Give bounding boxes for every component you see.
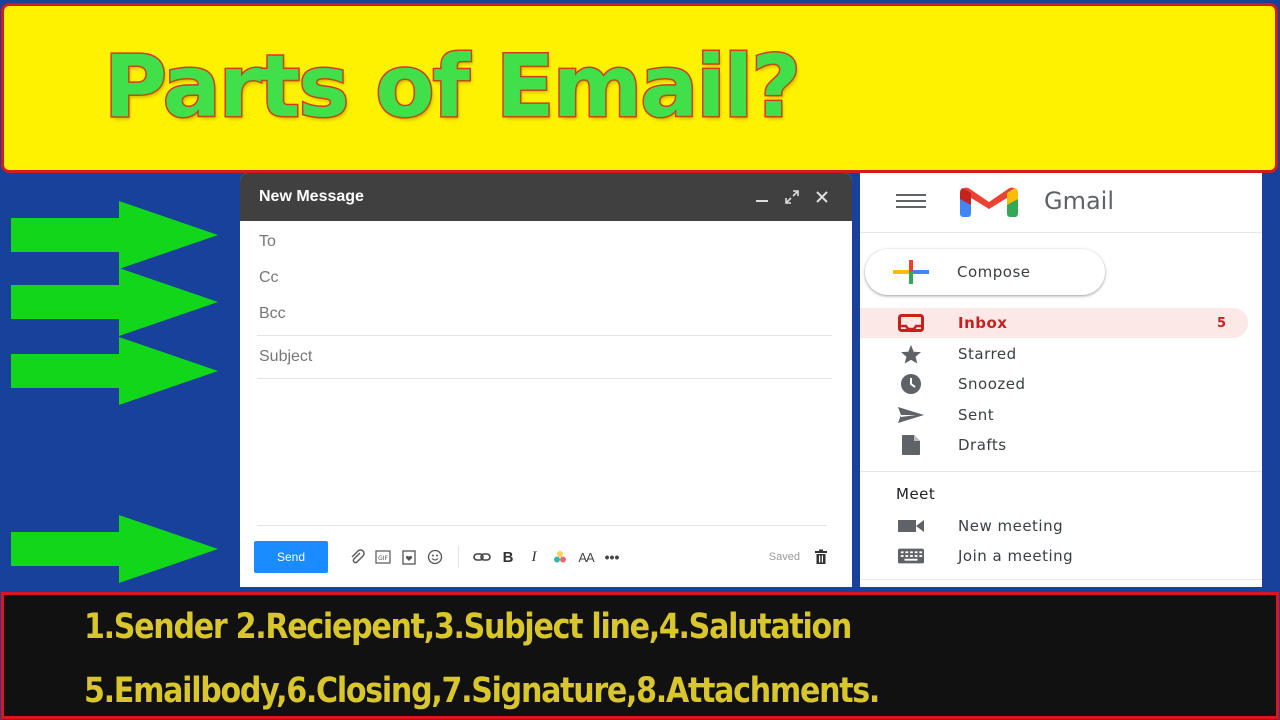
title-banner: Parts of Email? xyxy=(1,3,1278,173)
parts-list-line-2: 5.Emailbody,6.Closing,7.Signature,8.Atta… xyxy=(84,671,880,711)
nav-label: Drafts xyxy=(958,436,1007,454)
bcc-field[interactable]: Bcc xyxy=(259,305,286,323)
attach-icon[interactable] xyxy=(344,544,370,570)
nav-label: Join a meeting xyxy=(958,547,1074,565)
compose-header: New Message xyxy=(240,173,852,221)
saved-status: Saved xyxy=(768,551,800,563)
italic-icon[interactable]: I xyxy=(521,544,547,570)
divider xyxy=(257,378,832,379)
compose-window: New Message To Cc Bcc Subject Send GIF B… xyxy=(240,173,852,587)
nav-label: Snoozed xyxy=(958,375,1026,393)
sticker-icon[interactable] xyxy=(396,544,422,570)
arrow-to-field xyxy=(11,201,218,269)
meet-join-meeting[interactable]: Join a meeting xyxy=(860,541,1248,571)
parts-list-panel: 1.Sender 2.Reciepent,3.Subject line,4.Sa… xyxy=(1,592,1279,719)
close-icon[interactable] xyxy=(810,185,834,209)
compose-label: Compose xyxy=(957,263,1031,281)
star-icon xyxy=(898,344,924,364)
bold-icon[interactable]: B xyxy=(495,544,521,570)
toolbar-separator xyxy=(458,546,459,568)
gmail-sidebar: Gmail Compose Inbox 5 Starred Snoozed Se… xyxy=(860,173,1262,587)
minimize-icon[interactable] xyxy=(750,185,774,209)
banner-title: Parts of Email? xyxy=(102,37,802,137)
gmail-logo-icon xyxy=(960,187,1018,217)
cc-field[interactable]: Cc xyxy=(259,269,279,287)
text-color-icon[interactable] xyxy=(547,544,573,570)
font-size-icon[interactable]: AA xyxy=(573,544,599,570)
parts-list-line-1: 1.Sender 2.Reciepent,3.Subject line,4.Sa… xyxy=(84,607,852,647)
gmail-header: Gmail xyxy=(860,173,1262,233)
message-body[interactable] xyxy=(257,383,832,523)
divider xyxy=(860,471,1262,472)
nav-item-drafts[interactable]: Drafts xyxy=(860,430,1248,460)
nav-label: New meeting xyxy=(958,517,1064,535)
nav-label: Starred xyxy=(958,345,1017,363)
compose-title: New Message xyxy=(259,188,364,205)
inbox-unread-count: 5 xyxy=(1216,315,1226,331)
clock-icon xyxy=(898,374,924,394)
subject-field[interactable]: Subject xyxy=(259,348,312,366)
nav-item-snoozed[interactable]: Snoozed xyxy=(860,369,1248,399)
divider xyxy=(257,525,827,526)
gmail-app-name: Gmail xyxy=(1044,187,1115,215)
compose-toolbar: Send GIF B I AA ••• Saved xyxy=(254,540,834,574)
expand-icon[interactable] xyxy=(780,185,804,209)
arrow-subject-field xyxy=(11,337,218,405)
meet-new-meeting[interactable]: New meeting xyxy=(860,511,1248,541)
plus-icon xyxy=(893,260,929,284)
divider xyxy=(860,579,1262,580)
arrow-cc-field xyxy=(11,268,218,336)
emoji-icon[interactable] xyxy=(422,544,448,570)
svg-text:GIF: GIF xyxy=(378,555,388,562)
inbox-icon xyxy=(898,313,924,333)
link-icon[interactable] xyxy=(469,544,495,570)
meet-section-title: Meet xyxy=(896,485,936,503)
gif-icon[interactable]: GIF xyxy=(370,544,396,570)
nav-item-starred[interactable]: Starred xyxy=(860,339,1248,369)
trash-icon[interactable] xyxy=(808,544,834,570)
menu-icon[interactable] xyxy=(896,194,926,210)
nav-label: Inbox xyxy=(958,314,1008,332)
nav-item-sent[interactable]: Sent xyxy=(860,400,1248,430)
to-field[interactable]: To xyxy=(259,233,276,251)
nav-item-inbox[interactable]: Inbox 5 xyxy=(860,308,1248,338)
divider xyxy=(257,335,832,336)
arrow-send-toolbar xyxy=(11,515,218,583)
more-options-icon[interactable]: ••• xyxy=(599,544,625,570)
nav-label: Sent xyxy=(958,406,995,424)
send-button[interactable]: Send xyxy=(254,541,328,573)
video-camera-icon xyxy=(898,516,924,536)
compose-button[interactable]: Compose xyxy=(865,249,1105,295)
keyboard-icon xyxy=(898,546,924,566)
draft-icon xyxy=(898,435,924,455)
send-icon xyxy=(898,405,924,425)
